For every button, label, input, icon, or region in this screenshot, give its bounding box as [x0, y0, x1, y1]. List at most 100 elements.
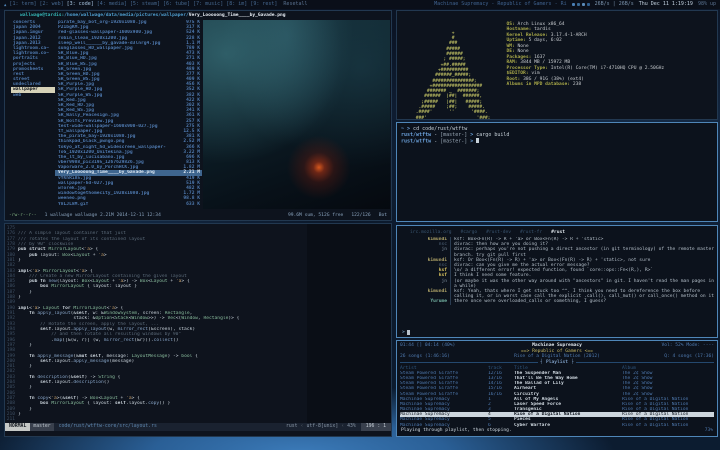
tray-icon[interactable] — [587, 3, 590, 6]
info-value: 1637 — [534, 55, 545, 60]
playlist-artist: Machinae Supremacy — [400, 423, 488, 428]
irc-message-text: divrac: perhaps you're not pushing a dir… — [450, 247, 714, 257]
workspace-button[interactable]: 2: web — [40, 0, 64, 9]
file-size: 633 K — [184, 202, 202, 207]
cargo-terminal-window[interactable]: ~ > cd code/rust/wtftwrust/wtftw - [mast… — [396, 122, 718, 222]
ranger-window[interactable]: wallwage@tardis:/home/wallwage/data/medi… — [4, 10, 392, 221]
file-list: pirate_bay_bot_org-1920x1080.jpg 975 K P… — [55, 20, 202, 209]
irc-channel-tab[interactable]: #rust-dev — [486, 228, 511, 237]
info-value: Intel(R) Core(TM) i7-4710HQ CPU @ 2.50GH… — [551, 66, 664, 71]
code-area[interactable]: 175 176 /// A simple layout container th… — [5, 224, 391, 423]
code-text: } — [18, 385, 32, 390]
irc-channel-tab[interactable]: #rust-fr — [520, 228, 542, 237]
playlist-title: Cyber Warfare — [514, 423, 622, 428]
workspace-button[interactable]: 9: rest — [250, 0, 277, 9]
irc-input-prompt: > — [402, 330, 405, 335]
music-player-window[interactable]: 01:44 [] 04:14 (40%) Machinae Supremacy … — [396, 340, 718, 437]
code-text: .map(|&(w, r)| (w, mirror_rect(&r))).col… — [18, 338, 179, 343]
mode-indicator: Resetall — [283, 0, 307, 9]
disk-usage-label: 99.6M sum, 512G free — [288, 213, 343, 219]
irc-channel-tabs: irc.mozilla.org #cargo #rust-dev #rust-fr #r… — [400, 228, 714, 237]
network-speed-label: 26B/s | 26B/s — [595, 0, 634, 9]
info-label: Hostname: — [506, 27, 534, 32]
code-text: } — [18, 295, 21, 300]
workspace-button[interactable]: 4: media — [97, 0, 127, 9]
color-column — [307, 224, 391, 423]
code-text: } — [18, 258, 21, 263]
code-text: self.layout.apply_message(message) — [18, 359, 134, 364]
irc-message-list: kimundi ksf: Box<Fn(R) -> R + 'a> or Box… — [400, 237, 714, 305]
info-label: RAM: — [506, 60, 520, 65]
uptime-label: 98% up — [698, 0, 716, 9]
system-info-window[interactable]: + # ### ##### ###### ; #####; +##.##### … — [396, 10, 718, 120]
tray-icon[interactable] — [582, 3, 585, 6]
info-value: tardis — [534, 27, 551, 32]
info-value: None — [518, 49, 529, 54]
tray-icon[interactable] — [572, 3, 575, 6]
player-status-percent: 73% — [705, 428, 713, 434]
arch-ascii-art: + # ### ##### ###### ; #####; +##.##### … — [413, 15, 490, 119]
irc-nick[interactable]: Yurume — [400, 299, 450, 304]
irc-client-window[interactable]: irc.mozilla.org #cargo #rust-dev #rust-fr #r… — [396, 225, 718, 338]
workspace-button[interactable]: 7: music — [193, 0, 223, 9]
system-info-line: Albums in MPD database: 238 — [506, 82, 664, 87]
encoding-segment: utf-8[unix] — [303, 423, 341, 431]
info-label: DE: — [506, 49, 517, 54]
cursor-position-segment: 196 : 1 — [361, 423, 391, 431]
current-file-label: Very_Looooong_Time____by_Gavade.png — [189, 13, 286, 18]
playlist-row[interactable]: Machinae Supremacy 6 Cyber Warfare Rise … — [400, 423, 714, 428]
workspace-list: 1: term 2: web3: code4: media5: steam6: t… — [9, 0, 277, 9]
ranger-status-bar: -rw-r--r-- 1 wallwage wallwage 2.21M 201… — [5, 213, 391, 219]
ranger-path-title: wallwage@tardis:/home/wallwage/data/medi… — [5, 11, 391, 20]
irc-message: jn divrac: perhaps you're not pushing a … — [400, 247, 714, 257]
git-branch-segment: master — [30, 423, 53, 431]
workspace-button[interactable]: 5: steam — [130, 0, 160, 9]
irc-nick[interactable]: kimundi — [400, 289, 450, 299]
irc-message: Yurume there once were overloaded_calls … — [400, 299, 714, 304]
vim-statusline: NORMAL master code/rust/wtftw-core/src/l… — [5, 423, 391, 431]
irc-nick[interactable]: jn — [400, 247, 450, 257]
system-tray — [572, 3, 590, 6]
directory-list: concertsjapan 2004japan.imgurjapan.2012j… — [5, 20, 55, 209]
ascii-art-line: ###' '###; — [413, 116, 490, 120]
now-playing-album: Rise of a Digital Nation (2012) — [514, 354, 600, 360]
irc-message: kimundi ksf: Yeah, thats where I get stu… — [400, 289, 714, 299]
code-text: box MirrorLayout { layout: self.layout.c… — [18, 401, 170, 406]
scroll-indicator: Bot — [379, 213, 387, 219]
irc-message: jn (or maybe it was the other way around… — [400, 279, 714, 289]
info-label: Uptime: — [506, 38, 528, 43]
irc-channel-tab[interactable]: #rust — [551, 228, 565, 237]
irc-message-text: (or maybe it was the other way around wi… — [450, 279, 714, 289]
filetype-segment: rust — [283, 423, 301, 431]
clock-label: Thu Dec 11 1:19:19 — [639, 0, 693, 9]
file-row[interactable]: Y8LJL8M.gif 633 K — [55, 202, 202, 207]
system-info-list: OS: Arch Linux x86_64 Hostname: tardis K… — [506, 15, 664, 119]
irc-nick[interactable]: jn — [400, 279, 450, 289]
playlist-album: Rise of a Digital Nation — [622, 423, 714, 428]
code-text: } — [18, 412, 21, 417]
info-value: 38G / 91G (38%) (ext4) — [523, 77, 584, 82]
vim-mode-segment: NORMAL — [5, 423, 30, 431]
filepath-segment: code/rust/wtftw-core/src/layout.rs — [54, 423, 283, 431]
irc-input-line[interactable]: > — [402, 330, 410, 335]
info-value: vim — [531, 71, 539, 76]
workspace-button[interactable]: 6: tube — [163, 0, 190, 9]
workspace-button[interactable]: 3: code — [67, 0, 94, 9]
directory-path-label: /home/wallwage/data/media/pictures/wallp… — [64, 13, 188, 18]
vim-command-line[interactable] — [5, 431, 391, 436]
directory-item[interactable]: web — [11, 93, 55, 98]
playlist-track: 6 — [488, 423, 514, 428]
arch-logo-icon: ▲ — [4, 0, 6, 9]
workspace-button[interactable]: 8: im — [226, 0, 247, 9]
workspace-button[interactable]: 1: term — [9, 0, 36, 9]
top-bar: ▲ 1: term 2: web3: code4: media5: steam6:… — [0, 0, 720, 9]
info-label: Packages: — [506, 55, 534, 60]
tray-icon[interactable] — [577, 3, 580, 6]
vim-editor-window[interactable]: 175 176 /// A simple layout container th… — [4, 223, 392, 437]
irc-channel-tab[interactable]: irc.mozilla.org — [410, 228, 452, 237]
user-host-label: wallwage@tardis: — [20, 13, 64, 18]
file-permissions-label: -rw-r--r-- — [9, 213, 37, 219]
player-status-bar: Playing through playlist, then stopping.… — [401, 428, 713, 434]
irc-channel-tab[interactable]: #cargo — [461, 228, 478, 237]
file-meta-label: 1 wallwage wallwage 2.21M 2014-12-11 12:… — [45, 213, 161, 219]
